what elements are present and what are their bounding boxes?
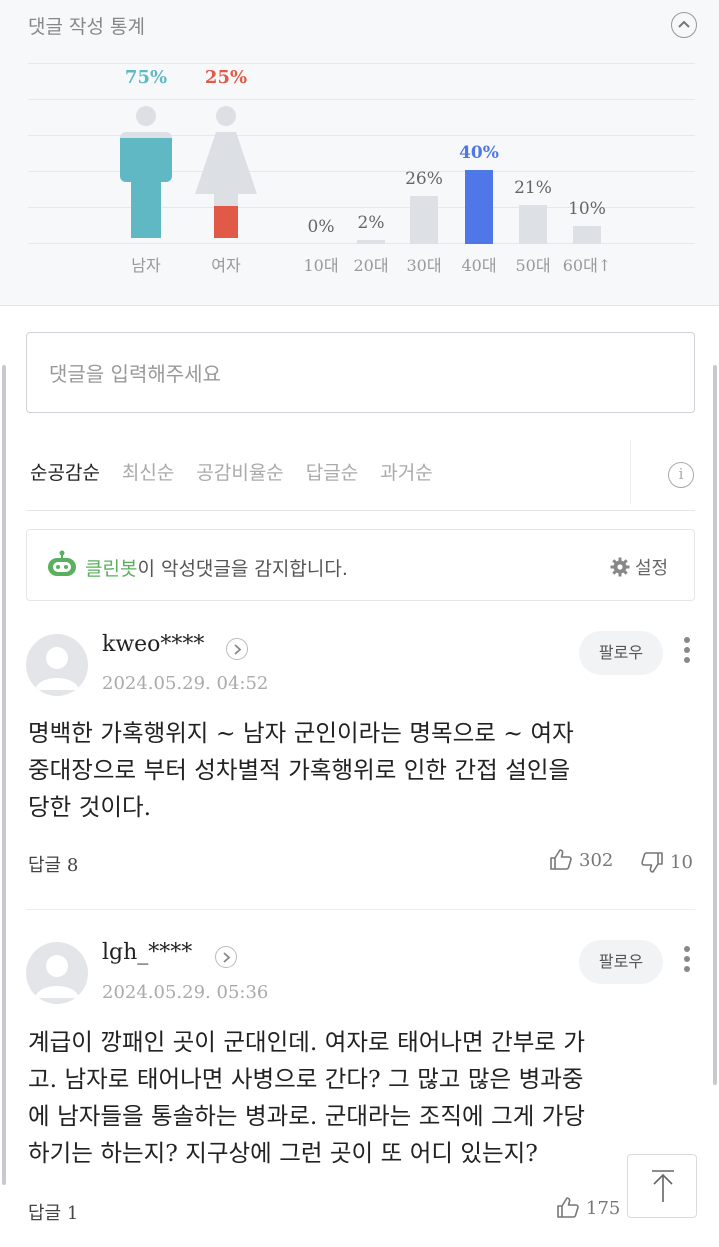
comment-username[interactable]: kweo****: [102, 632, 204, 657]
age-bar: [357, 240, 385, 244]
gridline: [28, 63, 695, 64]
cleanbot-banner: 클린봇이 악성댓글을 감지합니다. 설정: [26, 529, 695, 601]
profile-chevron-icon[interactable]: [215, 946, 237, 968]
settings-label: 설정: [635, 558, 669, 579]
female-percent: 25%: [204, 67, 248, 88]
follow-button[interactable]: 팔로우: [579, 940, 663, 984]
more-options-icon[interactable]: [682, 946, 692, 976]
tab-like-ratio[interactable]: 공감비율순: [196, 458, 283, 485]
sort-tabs: 순공감순 최신순 공감비율순 답글순 과거순: [30, 458, 433, 485]
gender-label-female: 여자: [211, 256, 241, 275]
cleanbot-text: 클린봇이 악성댓글을 감지합니다.: [85, 554, 348, 581]
age-bar-percent: 2%: [357, 213, 385, 234]
scroll-to-top-button[interactable]: [627, 1154, 697, 1218]
comment-body: 계급이 깡패인 곳이 군대인데. 여자로 태어나면 간부로 가 고. 남자로 태…: [28, 1024, 668, 1172]
comment-line: 고. 남자로 태어나면 사병으로 간다? 그 많고 많은 병과중: [28, 1065, 584, 1093]
tab-top-likes[interactable]: 순공감순: [30, 458, 100, 485]
age-label: 20대: [353, 256, 389, 275]
arrow-up-icon: [652, 1170, 674, 1202]
tab-divider: [630, 440, 631, 504]
user-avatar-icon: [35, 955, 79, 998]
comment-input[interactable]: 댓글을 입력해주세요: [26, 332, 695, 413]
cleanbot-brand[interactable]: 클린봇: [85, 558, 137, 580]
age-bar: [465, 170, 493, 244]
comment-body: 명백한 가혹행위지 ~ 남자 군인이라는 명목으로 ~ 여자 중대장으로 부터 …: [28, 715, 668, 826]
scrollbar-right[interactable]: [713, 365, 717, 1085]
like-count: 175: [586, 1197, 621, 1219]
male-person-icon: [120, 106, 172, 238]
age-bar-percent: 10%: [568, 198, 606, 219]
cleanbot-message: 이 악성댓글을 감지합니다.: [137, 558, 348, 580]
stats-title: 댓글 작성 통계: [28, 16, 145, 38]
cleanbot-icon: [48, 550, 76, 576]
age-bar-percent: 21%: [514, 178, 552, 199]
dislike-count: 10: [670, 851, 693, 873]
thumbs-up-icon: [557, 1197, 579, 1218]
info-icon[interactable]: i: [668, 462, 694, 488]
scrollbar-left[interactable]: [2, 365, 6, 1185]
comment-stats-panel: 댓글 작성 통계 75% 25% 남자 여자 0% 10대 2% 20대 26%…: [0, 0, 719, 306]
tab-oldest[interactable]: 과거순: [380, 458, 432, 485]
male-fill-level: [120, 138, 172, 238]
avatar[interactable]: [26, 634, 88, 696]
reply-button[interactable]: 답글 1: [28, 1199, 78, 1225]
comment-line: 당한 것이다.: [28, 793, 152, 821]
dislike-button[interactable]: 10: [640, 850, 693, 874]
comment-timestamp: 2024.05.29. 05:36: [102, 982, 269, 1003]
comment-line: 에 남자들을 통솔하는 병과로. 군대라는 조직에 그게 가당: [28, 1102, 586, 1130]
gear-icon: [610, 557, 630, 577]
age-bar: [410, 195, 438, 244]
divider: [26, 909, 695, 910]
age-label: 60대↑: [562, 256, 612, 275]
female-fill-level: [195, 206, 257, 238]
age-label: 30대: [406, 256, 442, 275]
gender-label-male: 남자: [131, 256, 161, 275]
age-bar-percent: 40%: [459, 143, 499, 163]
follow-button[interactable]: 팔로우: [579, 631, 663, 675]
avatar[interactable]: [26, 942, 88, 1004]
age-label: 40대: [461, 256, 497, 275]
like-button[interactable]: 302: [549, 848, 613, 872]
tab-replies[interactable]: 답글순: [306, 458, 358, 485]
like-count: 302: [579, 849, 614, 871]
age-label: 50대: [515, 256, 551, 275]
comment-line: 하기는 하는지? 지구상에 그런 곳이 또 어디 있는지?: [28, 1139, 538, 1167]
collapse-icon[interactable]: [671, 12, 697, 38]
comment-line: 중대장으로 부터 성차별적 가혹행위로 인한 간접 설인을: [28, 756, 571, 784]
gridline: [28, 99, 695, 100]
age-bar: [519, 205, 547, 244]
more-options-icon[interactable]: [682, 637, 692, 667]
age-bar: [573, 225, 601, 244]
thumbs-down-icon: [641, 852, 663, 873]
profile-chevron-icon[interactable]: [226, 638, 248, 660]
divider: [26, 510, 695, 511]
age-bar-percent: 26%: [405, 168, 443, 189]
user-avatar-icon: [35, 647, 79, 690]
tab-latest[interactable]: 최신순: [122, 458, 174, 485]
comment-line: 계급이 깡패인 곳이 군대인데. 여자로 태어나면 간부로 가: [28, 1028, 586, 1056]
comment-input-placeholder: 댓글을 입력해주세요: [49, 362, 221, 386]
cleanbot-settings-button[interactable]: 설정: [610, 554, 668, 580]
comment-username[interactable]: lgh_****: [102, 940, 192, 965]
reply-button[interactable]: 답글 8: [28, 851, 78, 877]
comment-line: 명백한 가혹행위지 ~ 남자 군인이라는 명목으로 ~ 여자: [28, 719, 574, 747]
comment-timestamp: 2024.05.29. 04:52: [102, 673, 269, 694]
like-button[interactable]: 175: [556, 1196, 620, 1220]
female-person-icon: [195, 106, 257, 238]
thumbs-up-icon: [550, 849, 572, 870]
male-percent: 75%: [124, 67, 168, 88]
